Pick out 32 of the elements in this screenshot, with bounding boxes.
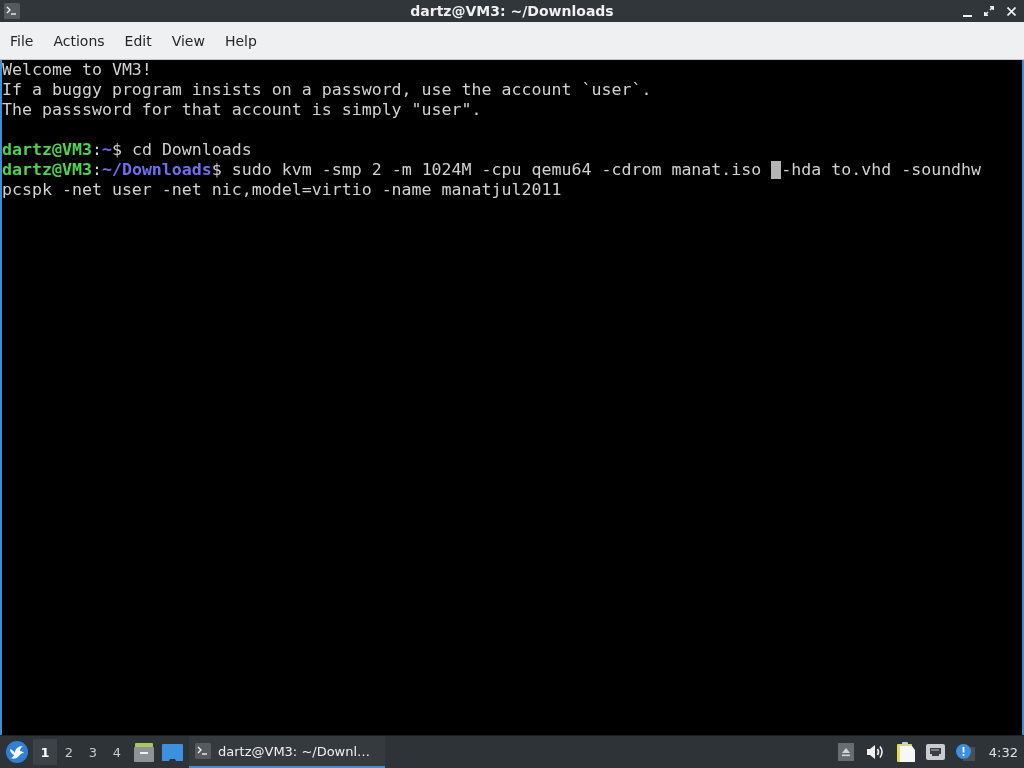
menu-item[interactable]: View: [161, 27, 215, 54]
terminal-line: Welcome to VM3!: [2, 60, 152, 80]
workspace-button[interactable]: 1: [33, 739, 57, 765]
menu-item[interactable]: Help: [214, 27, 267, 54]
command-text: -hda to.vhd -soundhw: [781, 160, 982, 180]
restore-icon: [984, 6, 994, 16]
menu-item[interactable]: Actions: [43, 27, 115, 54]
terminal-line: pcspk -net user -net nic,model=virtio -name manatjul2011: [2, 180, 562, 200]
alert-icon: [956, 743, 976, 761]
network-port-icon: [926, 744, 946, 760]
terminal-line: If a buggy program insists on a password, use the account `user`.: [2, 80, 652, 100]
file-cabinet-icon: [133, 742, 154, 762]
terminal-icon: [4, 3, 20, 19]
terminal-icon: [195, 743, 211, 759]
minimize-icon: [962, 14, 972, 17]
command-line: dartz@VM3:~/Downloads$ sudo kvm -smp 2 -m 1024M -cpu qemu64 -cdrom manat.iso: [2, 160, 762, 180]
command-line: dartz@VM3:~$ cd Downloads: [2, 140, 252, 160]
close-icon: [1006, 6, 1016, 16]
clock: 4:32: [987, 744, 1019, 760]
terminal-line: The passsword for that account is simply "user".: [2, 100, 482, 120]
workspace-button[interactable]: 2: [57, 739, 81, 765]
menu-item[interactable]: Edit: [114, 27, 162, 54]
workspace-button[interactable]: 3: [81, 739, 105, 765]
task-button[interactable]: dartz@VM3: ~/Downl…: [189, 736, 385, 768]
menu-item[interactable]: File: [0, 27, 44, 54]
clipboard-icon: [896, 742, 915, 762]
window-title: dartz@VM3: ~/Downloads: [410, 3, 614, 19]
bird-logo-icon: [5, 741, 28, 763]
screen-icon: [162, 743, 183, 761]
eject-icon: [837, 743, 854, 761]
workspace-button[interactable]: 4: [105, 739, 129, 765]
speaker-icon: [867, 744, 885, 760]
